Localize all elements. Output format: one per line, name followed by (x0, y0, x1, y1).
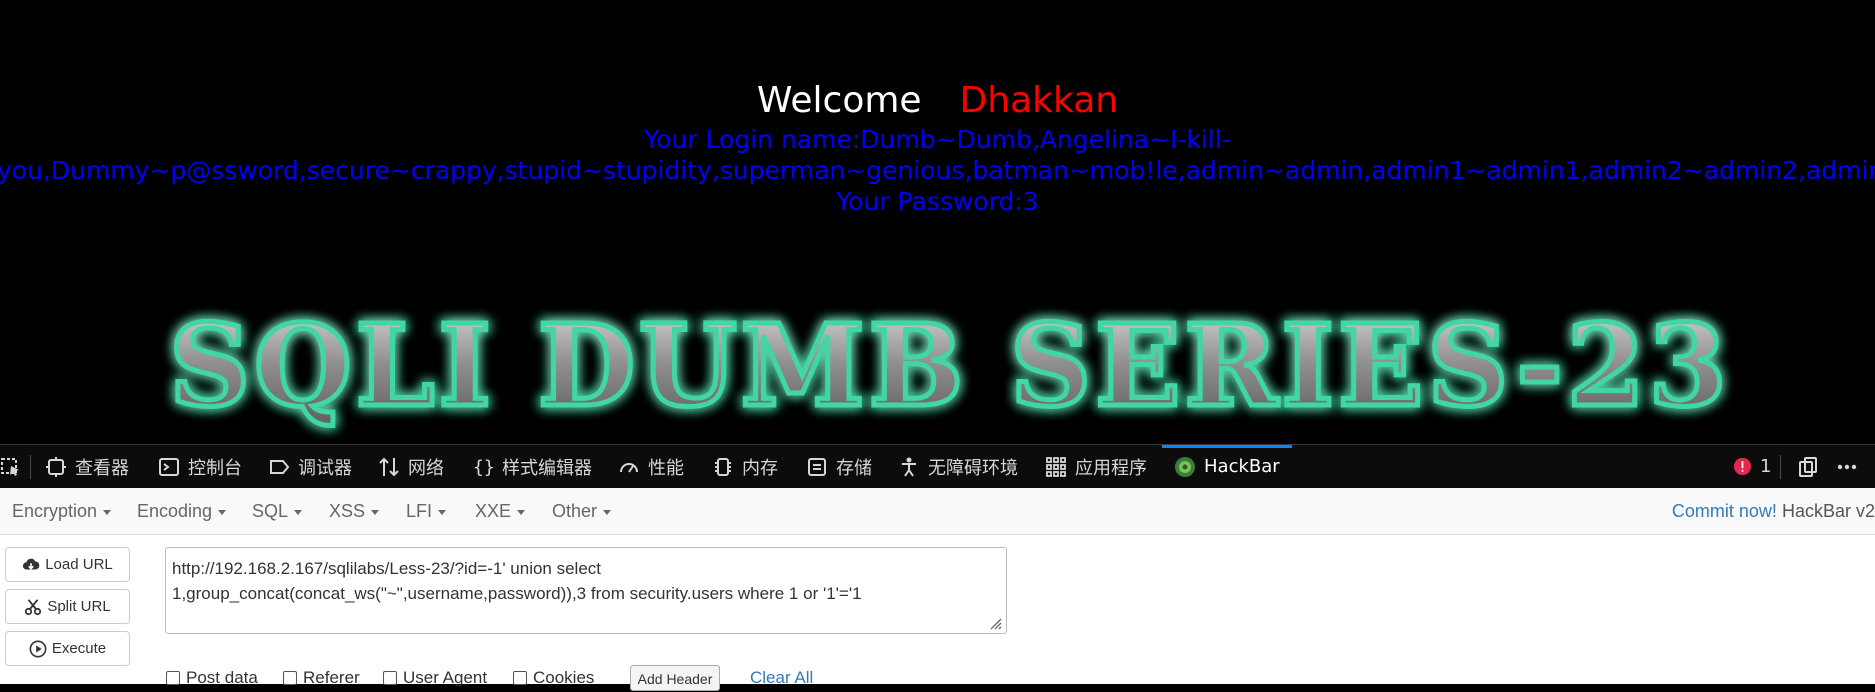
hackbar-menu: Encryption Encoding SQL XSS LFI XXE Othe… (0, 488, 1875, 535)
execute-button[interactable]: Execute (5, 631, 130, 666)
chevron-down-icon (371, 509, 380, 515)
tab-hackbar[interactable]: HackBar (1174, 445, 1280, 488)
page-content: Welcome Dhakkan Your Login name:Dumb~Dumb… (0, 0, 1875, 444)
split-url-button[interactable]: Split URL (5, 589, 130, 624)
load-url-button[interactable]: Load URL (5, 547, 130, 582)
menu-encoding[interactable]: Encoding (137, 488, 227, 535)
network-icon (379, 457, 399, 476)
more-options-icon (1837, 464, 1857, 469)
chevron-down-icon (517, 509, 526, 515)
style-editor-icon: {} (473, 457, 494, 478)
welcome-label: Welcome (756, 80, 922, 121)
devtools-toolbar: 查看器 控制台 调试器 网络 {} 样式编辑器 性能 内存 存储 无障碍环境 应… (0, 444, 1875, 488)
referer-checkbox[interactable]: Referer (283, 668, 360, 688)
chevron-down-icon (294, 509, 303, 515)
resize-grip-icon[interactable] (988, 616, 1002, 630)
hackbar-panel: Encryption Encoding SQL XSS LFI XXE Othe… (0, 488, 1875, 691)
banner-text: SQLI DUMB SERIES-23 (169, 305, 1730, 432)
error-count: 1 (1760, 456, 1772, 477)
element-picker-icon (1, 457, 19, 476)
inspector-icon (46, 456, 66, 477)
tab-inspector[interactable]: 查看器 (45, 445, 129, 488)
tab-debugger[interactable]: 调试器 (268, 445, 352, 488)
responsive-design-button[interactable] (1797, 445, 1819, 488)
responsive-design-icon (1799, 456, 1817, 477)
menu-xss[interactable]: XSS (329, 488, 380, 535)
tab-style-editor[interactable]: {} 样式编辑器 (472, 445, 592, 488)
hackbar-version: HackBar v2 (1781, 501, 1875, 521)
login-name-line2: you,Dummy~p@ssword,secure~crappy,stupid~… (0, 156, 1875, 185)
cloud-download-icon (23, 558, 40, 570)
chevron-down-icon (603, 509, 612, 515)
checkbox-box[interactable] (166, 671, 180, 685)
password-line: Your Password:3 (836, 187, 1039, 216)
console-icon (159, 457, 179, 476)
memory-icon (715, 457, 731, 476)
user-name: Dhakkan (959, 80, 1119, 121)
menu-lfi[interactable]: LFI (406, 488, 447, 535)
cookies-checkbox[interactable]: Cookies (513, 668, 594, 688)
menu-sql[interactable]: SQL (252, 488, 303, 535)
add-header-button[interactable]: Add Header (630, 665, 720, 691)
menu-xxe[interactable]: XXE (475, 488, 526, 535)
error-count-badge[interactable]: 1 (1733, 445, 1771, 488)
more-options-button[interactable] (1836, 445, 1858, 488)
login-name-line1: Your Login name:Dumb~Dumb,Angelina~I-kil… (644, 125, 1231, 154)
checkbox-box[interactable] (383, 671, 397, 685)
url-textarea[interactable]: http://192.168.2.167/sqlilabs/Less-23/?i… (165, 547, 1007, 634)
login-info: Your Login name:Dumb~Dumb,Angelina~I-kil… (0, 124, 1875, 217)
tab-memory[interactable]: 内存 (712, 445, 778, 488)
svg-text:{}: {} (473, 457, 494, 478)
sqli-dumb-series-banner: SQLI DUMB SERIES-23 (167, 305, 1730, 435)
play-circle-icon (29, 640, 47, 657)
checkbox-box[interactable] (513, 671, 527, 685)
hackbar-commit-info: Commit now! HackBar v2 (1672, 488, 1875, 535)
menu-encryption[interactable]: Encryption (12, 488, 112, 535)
error-icon (1733, 457, 1752, 476)
scissors-icon (25, 598, 42, 615)
element-picker-button[interactable] (0, 445, 22, 488)
welcome-line: Welcome Dhakkan (0, 80, 1875, 121)
hackbar-icon (1175, 456, 1195, 477)
commit-now-link[interactable]: Commit now! (1672, 501, 1777, 521)
tab-application[interactable]: 应用程序 (1045, 445, 1147, 488)
post-data-checkbox[interactable]: Post data (166, 668, 258, 688)
tab-performance[interactable]: 性能 (618, 445, 684, 488)
storage-icon (808, 457, 826, 476)
chevron-down-icon (103, 509, 112, 515)
application-icon (1046, 456, 1066, 477)
tab-console[interactable]: 控制台 (158, 445, 242, 488)
user-agent-checkbox[interactable]: User Agent (383, 668, 487, 688)
performance-icon (620, 462, 638, 473)
debugger-icon (270, 459, 290, 474)
tab-network[interactable]: 网络 (378, 445, 444, 488)
clear-all-link[interactable]: Clear All (750, 668, 813, 688)
menu-other[interactable]: Other (552, 488, 612, 535)
accessibility-icon (902, 457, 916, 477)
tab-storage[interactable]: 存储 (806, 445, 872, 488)
chevron-down-icon (438, 509, 447, 515)
tab-accessibility[interactable]: 无障碍环境 (898, 445, 1018, 488)
chevron-down-icon (218, 509, 227, 515)
checkbox-box[interactable] (283, 671, 297, 685)
